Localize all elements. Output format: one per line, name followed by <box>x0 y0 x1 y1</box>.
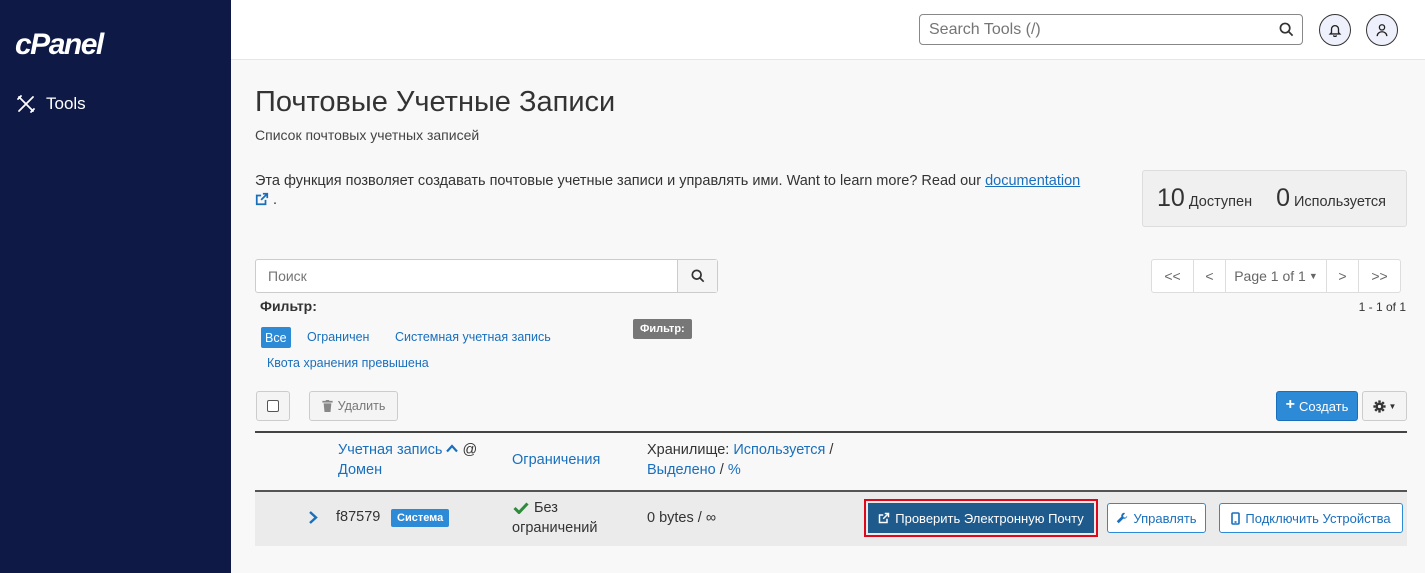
tools-icon <box>17 95 35 113</box>
sidebar-item-tools[interactable]: Tools <box>16 94 86 114</box>
sort-allocated-link[interactable]: Выделено <box>647 462 716 478</box>
user-menu-button[interactable] <box>1366 14 1398 46</box>
description-suffix: . <box>269 192 278 208</box>
checkbox-box <box>267 400 279 412</box>
available-label: Доступен <box>1188 193 1253 210</box>
gear-icon <box>1372 399 1386 413</box>
filter-system-account[interactable]: Системная учетная запись <box>395 330 551 344</box>
sort-percent-link[interactable]: % <box>728 462 741 478</box>
search-icon <box>690 269 704 283</box>
account-search <box>255 259 718 293</box>
sidebar-item-label: Tools <box>46 94 86 113</box>
page-description: Эта функция позволяет создавать почтовые… <box>255 172 1115 210</box>
check-email-button[interactable]: Проверить Электронную Почту <box>864 499 1098 537</box>
caret-down-icon: ▼ <box>1388 401 1397 411</box>
sidebar: cPanel Tools <box>0 0 231 573</box>
limits-line1: Без <box>534 500 558 516</box>
documentation-link[interactable]: documentation <box>985 173 1080 189</box>
sort-domain-link[interactable]: Домен <box>338 462 382 478</box>
storage-prefix: Хранилище: <box>647 442 730 458</box>
cpanel-logo[interactable]: cPanel <box>15 28 104 62</box>
account-search-input[interactable] <box>256 260 676 292</box>
checkmark-icon <box>513 502 529 514</box>
filter-all[interactable]: Все <box>261 327 291 348</box>
filter-quota-exceeded[interactable]: Квота хранения превышена <box>267 356 429 370</box>
description-text: Эта функция позволяет создавать почтовые… <box>255 173 986 189</box>
sort-limits-link[interactable]: Ограничения <box>512 452 600 468</box>
tool-search <box>919 14 1303 45</box>
sort-account-link[interactable]: Учетная запись <box>338 442 442 458</box>
filter-label: Фильтр: <box>260 298 317 314</box>
manage-button[interactable]: Управлять <box>1107 503 1206 533</box>
storage-slash: / <box>829 442 834 458</box>
col-header-account: Учетная запись @ Домен <box>338 440 477 480</box>
settings-dropdown-button[interactable]: ▼ <box>1362 391 1407 421</box>
wrench-icon <box>1117 512 1128 524</box>
at-sign: @ <box>462 442 478 458</box>
col-header-storage: Хранилище: Используется / Выделено / % <box>647 440 833 480</box>
tool-search-input[interactable] <box>920 15 1260 44</box>
user-icon <box>1376 24 1388 37</box>
external-link-icon[interactable] <box>255 192 269 206</box>
bell-icon <box>1328 24 1342 37</box>
create-label: Создать <box>1298 398 1349 414</box>
plus-icon: + <box>1285 396 1295 413</box>
storage-value: 0 bytes / ∞ <box>647 510 717 526</box>
page-select-label: Page 1 of 1 <box>1234 268 1306 284</box>
check-email-inner: Проверить Электронную Почту <box>868 503 1094 533</box>
external-link-icon <box>879 512 890 524</box>
search-button[interactable] <box>677 260 717 292</box>
account-stats: 10 Доступен 0 Используется <box>1142 170 1407 227</box>
used-label: Используется <box>1294 193 1387 210</box>
delete-label: Удалить <box>337 399 386 413</box>
account-name: f87579 <box>336 509 381 525</box>
limits-line2: ограничений <box>512 520 598 536</box>
available-count: 10 <box>1157 184 1185 212</box>
page-title: Почтовые Учетные Записи <box>255 86 616 118</box>
first-page-button[interactable]: << <box>1151 259 1194 293</box>
trash-icon <box>321 400 333 412</box>
top-bar <box>231 0 1425 60</box>
system-badge: Система <box>391 509 450 527</box>
manage-label: Управлять <box>1133 510 1197 526</box>
page-subtitle: Список почтовых учетных записей <box>255 127 480 143</box>
delete-button[interactable]: Удалить <box>309 391 398 421</box>
select-all-checkbox[interactable] <box>256 391 290 421</box>
check-email-label: Проверить Электронную Почту <box>895 510 1084 526</box>
connect-devices-button[interactable]: Подключить Устройства <box>1219 503 1403 533</box>
table-header-border <box>255 431 1407 433</box>
caret-down-icon: ▼ <box>1308 271 1318 281</box>
mobile-phone-icon <box>1231 511 1241 525</box>
notifications-button[interactable] <box>1319 14 1351 46</box>
storage-slash: / <box>719 462 724 478</box>
connect-devices-label: Подключить Устройства <box>1245 510 1391 526</box>
last-page-button[interactable]: >> <box>1358 259 1401 293</box>
pagination: << < Page 1 of 1 ▼ > >> <box>1151 259 1401 293</box>
chevron-up-icon[interactable] <box>446 444 459 453</box>
used-count: 0 <box>1276 184 1290 212</box>
results-range: 1 - 1 of 1 <box>1358 300 1406 314</box>
chevron-right-icon[interactable] <box>308 510 318 525</box>
search-icon[interactable] <box>1279 22 1294 37</box>
filter-tooltip: Фильтр: <box>633 319 692 339</box>
filter-restricted[interactable]: Ограничен <box>307 330 369 344</box>
page-select[interactable]: Page 1 of 1 ▼ <box>1225 259 1327 293</box>
prev-page-button[interactable]: < <box>1193 259 1226 293</box>
create-button[interactable]: + Создать <box>1276 391 1358 421</box>
next-page-button[interactable]: > <box>1326 259 1359 293</box>
sort-used-link[interactable]: Используется <box>733 442 825 458</box>
col-header-limits: Ограничения <box>512 450 600 470</box>
